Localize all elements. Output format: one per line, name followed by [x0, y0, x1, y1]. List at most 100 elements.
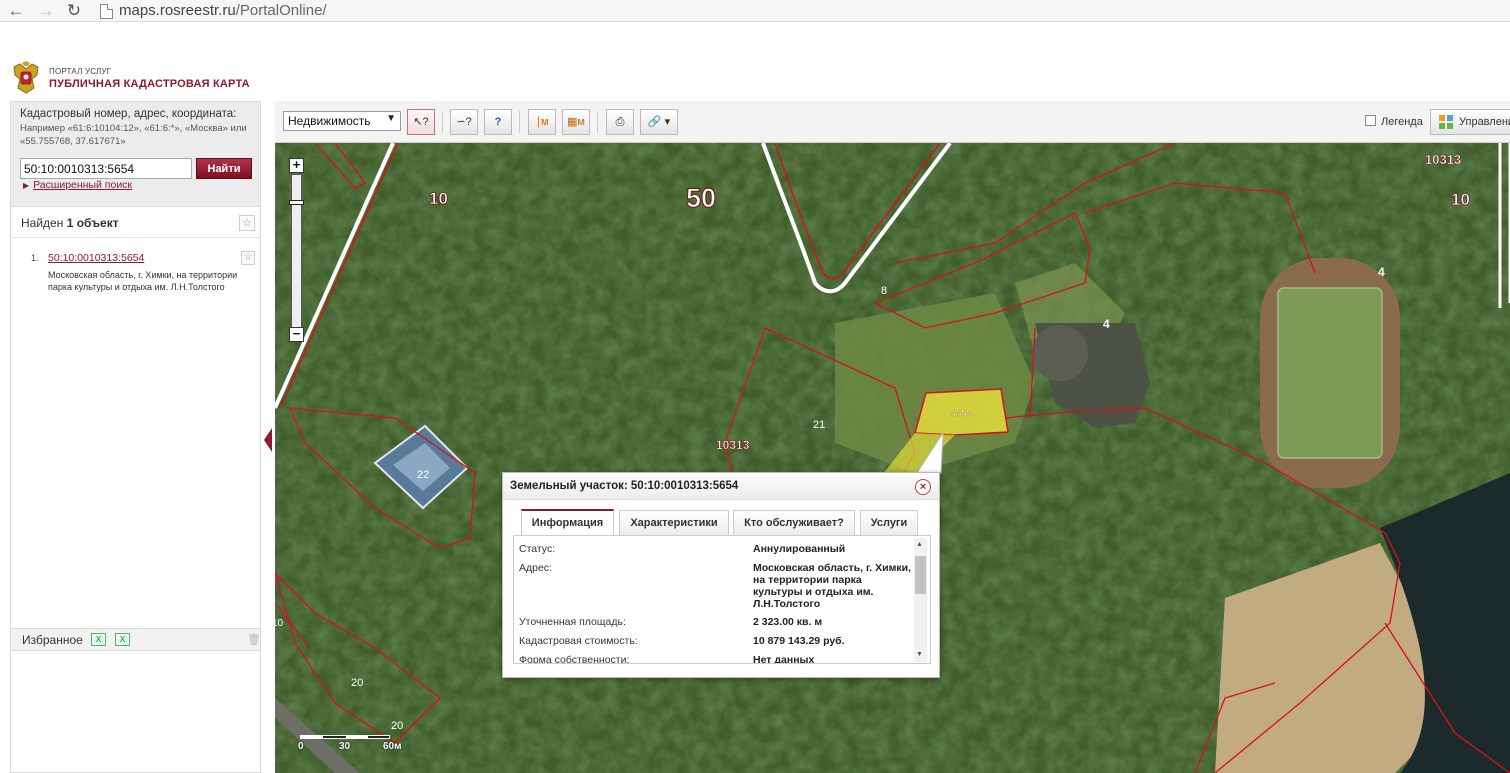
found-summary: Найден 1 объект ☆: [11, 208, 260, 238]
parcel-label-20-a: 20: [351, 677, 363, 689]
popup-header: Земельный участок: 50:10:0010313:5654 ×: [503, 473, 939, 500]
route-query-button[interactable]: ∽?: [450, 109, 478, 135]
parcel-label-10313-top: 10313: [1425, 152, 1461, 167]
manage-layers-button[interactable]: Управление: [1430, 109, 1510, 135]
result-star-icon[interactable]: ☆: [241, 251, 255, 265]
portal-label: ПОРТАЛ УСЛУГ: [49, 67, 112, 76]
scale-label-30: 30: [339, 741, 351, 752]
scale-bar: [300, 735, 390, 739]
address-label: Адрес:: [519, 562, 552, 574]
browser-address-bar: ← → ↻ maps.rosreestr.ru/PortalOnline/: [0, 0, 1510, 22]
map-toolbar: Недвижимость ▼ ↖? ∽? ? ∣м ▦м ⎙ 🔗 ▾ Леген…: [275, 101, 1510, 143]
search-input[interactable]: [20, 158, 192, 179]
result-number: 1.: [31, 253, 39, 263]
excel-export-icon[interactable]: X: [115, 633, 130, 646]
search-hint: Кадастровый номер, адрес, координата:: [20, 108, 237, 120]
tab-who-serves[interactable]: Кто обслуживает?: [733, 510, 855, 535]
favorites-header: Избранное X X 🗑: [11, 629, 261, 651]
excel-import-icon[interactable]: X: [91, 633, 106, 646]
scroll-down-arrow-icon[interactable]: ▼: [916, 651, 923, 658]
advanced-search-link[interactable]: ▶ Расширенный поиск: [23, 179, 132, 191]
cadastral-value: 10 879 143.29 руб.: [753, 635, 845, 647]
tab-services[interactable]: Услуги: [860, 510, 918, 535]
layer-select[interactable]: Недвижимость ▼: [283, 111, 401, 131]
tab-information[interactable]: Информация: [521, 509, 614, 535]
legend-checkbox[interactable]: [1365, 115, 1376, 126]
portal-title[interactable]: ПУБЛИЧНАЯ КАДАСТРОВАЯ КАРТА: [49, 78, 250, 90]
toolbar-divider: [442, 111, 443, 133]
parcel-label-10-right: 10: [1451, 190, 1470, 209]
sidebar: Кадастровый номер, адрес, координата: На…: [10, 101, 261, 773]
info-scrollbar[interactable]: ▲ ▼: [914, 538, 927, 662]
layers-grid-icon: [1439, 115, 1453, 129]
reload-icon[interactable]: ↻: [64, 1, 84, 21]
measure-length-icon[interactable]: ∣м: [528, 109, 556, 135]
identify-pointer-button[interactable]: ↖?: [407, 109, 435, 135]
result-address: Московская область, г. Химки, на террито…: [48, 270, 238, 293]
favorite-star-icon[interactable]: ☆: [239, 215, 255, 231]
search-panel: Кадастровый номер, адрес, координата: На…: [11, 102, 260, 207]
scale-label-60: 60м: [383, 741, 402, 752]
address-value: Московская область, г. Химки, на террито…: [753, 562, 911, 610]
satellite-map[interactable]: 10 50 10313 10 8 4 4 5654 21 10313 22 20…: [275, 143, 1510, 773]
measure-area-icon[interactable]: ▦м: [562, 109, 590, 135]
manage-label: Управление: [1459, 116, 1510, 128]
map-canvas[interactable]: 10 50 10313 10 8 4 4 5654 21 10313 22 20…: [275, 143, 1510, 773]
forward-arrow-icon[interactable]: →: [36, 1, 56, 21]
zoom-slider-track[interactable]: [291, 174, 302, 332]
dropdown-arrow-icon: ▼: [386, 113, 396, 124]
print-icon[interactable]: ⎙: [606, 109, 634, 135]
found-text: Найден 1 объект: [21, 216, 119, 230]
link-dropdown-button[interactable]: 🔗 ▾: [640, 109, 678, 135]
trash-icon[interactable]: 🗑: [247, 633, 261, 646]
parcel-label-50: 50: [686, 183, 716, 213]
russian-emblem-icon: [13, 61, 39, 94]
find-button[interactable]: Найти: [196, 158, 252, 179]
collapse-sidebar-arrow-icon[interactable]: [264, 428, 272, 452]
page-document-icon: [100, 4, 113, 19]
tab-characteristics[interactable]: Характеристики: [619, 510, 729, 535]
scroll-up-arrow-icon[interactable]: ▲: [916, 541, 923, 548]
found-count: 1 объект: [66, 216, 119, 230]
found-prefix: Найден: [21, 216, 64, 230]
info-query-button[interactable]: ?: [484, 109, 512, 135]
information-panel: Статус: Аннулированный Адрес: Московская…: [513, 535, 931, 664]
ownership-value: Нет данных: [753, 654, 815, 664]
parcel-label-20-b: 20: [391, 720, 403, 732]
result-cadastral-link[interactable]: 50:10:0010313:5654: [48, 252, 144, 264]
zoom-out-button[interactable]: −: [289, 327, 304, 342]
parcel-info-popup: Земельный участок: 50:10:0010313:5654 × …: [502, 472, 940, 678]
legend-label: Легенда: [1381, 116, 1423, 128]
parcel-label-8: 8: [881, 285, 887, 297]
url-path: /PortalOnline/: [235, 2, 327, 19]
status-value: Аннулированный: [753, 543, 846, 555]
advanced-search-label: Расширенный поиск: [33, 179, 133, 191]
status-label: Статус:: [519, 543, 556, 555]
legend-toggle[interactable]: Легенда: [1365, 115, 1423, 128]
close-icon[interactable]: ×: [915, 479, 931, 495]
favorites-title: Избранное: [22, 633, 83, 647]
favorites-panel: Избранное X X 🗑: [11, 628, 261, 773]
parcel-label-5654: 5654: [950, 409, 973, 420]
parcel-label-22: 22: [417, 469, 429, 481]
ownership-label: Форма собственности:: [519, 654, 630, 664]
area-label: Уточненная площадь:: [519, 616, 626, 628]
area-value: 2 323.00 кв. м: [753, 616, 823, 628]
parcel-label-21: 21: [813, 419, 825, 431]
parcel-label-4-building: 4: [1103, 317, 1110, 331]
zoom-slider-handle[interactable]: [289, 200, 304, 205]
cadastral-value-label: Кадастровая стоимость:: [519, 635, 638, 647]
round-building: [1032, 325, 1088, 381]
parcel-label-10-bottom: 10: [275, 618, 284, 629]
layer-select-value: Недвижимость: [288, 114, 371, 128]
back-arrow-icon[interactable]: ←: [6, 1, 26, 21]
popup-title: Земельный участок: 50:10:0010313:5654: [510, 480, 739, 492]
parcel-label-10: 10: [429, 189, 448, 208]
scroll-thumb[interactable]: [915, 556, 926, 594]
zoom-in-button[interactable]: +: [289, 158, 304, 173]
url-field[interactable]: maps.rosreestr.ru/PortalOnline/: [119, 2, 327, 19]
search-example: Например «61:6:10104:12», «61:6:*», «Мос…: [20, 123, 247, 147]
parcel-label-4-stadium: 4: [1378, 265, 1385, 279]
parcel-label-10313-mid: 10313: [716, 438, 750, 452]
scale-label-0: 0: [298, 741, 304, 752]
